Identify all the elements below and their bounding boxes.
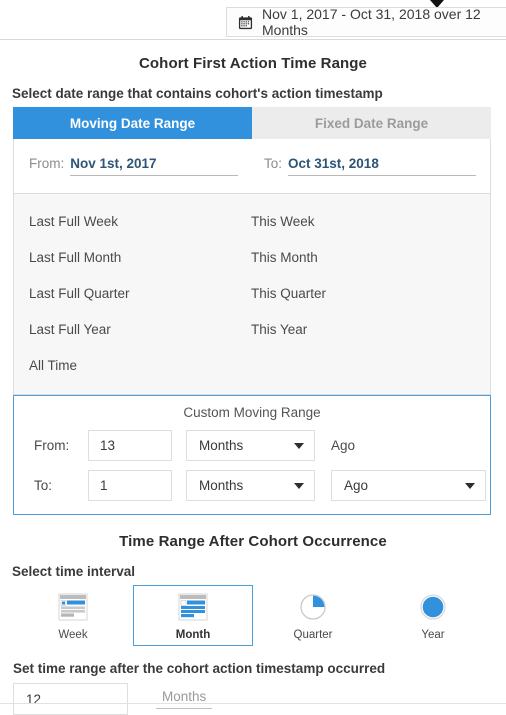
- custom-to-amount-input[interactable]: 1: [88, 470, 172, 501]
- interval-instruction-label: Select time interval: [12, 564, 136, 579]
- quarter-pie-icon: [300, 594, 326, 620]
- preset-all-time[interactable]: All Time: [14, 358, 251, 373]
- date-range-mode-tabs: Moving Date Range Fixed Date Range: [13, 107, 491, 139]
- after-range-label: Set time range after the cohort action t…: [13, 661, 386, 676]
- interval-label-quarter: Quarter: [293, 629, 333, 641]
- preset-row: Last Full Week This Week: [14, 203, 490, 239]
- month-table-icon: [178, 593, 208, 621]
- week-table-icon: [58, 593, 88, 621]
- tab-fixed-date-range[interactable]: Fixed Date Range: [252, 107, 491, 139]
- interval-option-week[interactable]: Week: [13, 585, 133, 646]
- preset-this-year[interactable]: This Year: [251, 322, 490, 337]
- from-to-panel: From: Nov 1st, 2017 To: Oct 31st, 2018: [13, 139, 491, 194]
- from-date-label: From:: [29, 156, 65, 171]
- custom-range-from-row: From: 13 Months Ago: [14, 430, 490, 461]
- interval-label-month: Month: [175, 629, 211, 641]
- custom-to-label: To:: [34, 478, 53, 493]
- preset-last-full-month[interactable]: Last Full Month: [14, 250, 251, 265]
- cohort-instruction-label: Select date range that contains cohort's…: [12, 86, 383, 101]
- interval-label-week: Week: [58, 629, 88, 641]
- preset-this-week[interactable]: This Week: [251, 214, 490, 229]
- preset-row: Last Full Month This Month: [14, 239, 490, 275]
- preset-last-full-quarter[interactable]: Last Full Quarter: [14, 286, 251, 301]
- preset-row: Last Full Quarter This Quarter: [14, 275, 490, 311]
- year-circle-icon: [420, 594, 446, 620]
- to-date-value[interactable]: Oct 31st, 2018: [288, 156, 476, 176]
- from-date-group: From: Nov 1st, 2017: [14, 156, 264, 176]
- custom-range-to-row: To: 1 Months Ago: [14, 470, 490, 501]
- custom-to-suffix-select[interactable]: Ago: [331, 470, 486, 501]
- preset-this-month[interactable]: This Month: [251, 250, 490, 265]
- from-date-value[interactable]: Nov 1st, 2017: [70, 156, 239, 176]
- custom-from-label: From:: [34, 438, 70, 453]
- interval-option-year[interactable]: Year: [373, 585, 493, 646]
- preset-last-full-week[interactable]: Last Full Week: [14, 214, 251, 229]
- to-date-group: To: Oct 31st, 2018: [264, 156, 490, 176]
- preset-row: Last Full Year This Year: [14, 311, 490, 347]
- top-bar: Nov 1, 2017 - Oct 31, 2018 over 12 Month…: [0, 0, 506, 40]
- after-range-unit-value[interactable]: Months: [156, 689, 213, 709]
- after-section-title: Time Range After Cohort Occurrence: [119, 533, 387, 550]
- custom-to-unit-value: Months: [199, 478, 244, 493]
- time-interval-picker: Week Month Quarter Year: [13, 585, 493, 646]
- date-preset-list: Last Full Week This Week Last Full Month…: [13, 194, 491, 395]
- custom-from-unit-value: Months: [199, 438, 244, 453]
- date-range-summary-field[interactable]: Nov 1, 2017 - Oct 31, 2018 over 12 Month…: [226, 6, 506, 38]
- date-range-summary-text: Nov 1, 2017 - Oct 31, 2018 over 12 Month…: [262, 6, 481, 38]
- after-range-amount-input[interactable]: 12: [13, 683, 128, 715]
- custom-from-suffix-label: Ago: [331, 438, 356, 453]
- chevron-down-icon: [294, 482, 304, 489]
- interval-label-year: Year: [421, 629, 445, 641]
- preset-last-full-year[interactable]: Last Full Year: [14, 322, 251, 337]
- chevron-down-icon: [294, 442, 304, 449]
- after-range-row: 12 Months: [13, 683, 506, 715]
- calendar-icon: [238, 15, 253, 29]
- custom-moving-range-title: Custom Moving Range: [183, 405, 321, 420]
- custom-to-unit-select[interactable]: Months: [186, 470, 315, 501]
- interval-option-month[interactable]: Month: [133, 585, 253, 646]
- chevron-down-icon: [465, 482, 475, 489]
- cohort-section-title: Cohort First Action Time Range: [138, 55, 367, 72]
- custom-moving-range-panel: Custom Moving Range From: 13 Months Ago …: [13, 395, 491, 515]
- interval-option-quarter[interactable]: Quarter: [253, 585, 373, 646]
- custom-from-amount-input[interactable]: 13: [88, 430, 172, 461]
- tab-moving-date-range[interactable]: Moving Date Range: [13, 107, 252, 139]
- preset-row: All Time: [14, 347, 490, 383]
- custom-to-suffix-value: Ago: [344, 478, 369, 493]
- preset-this-quarter[interactable]: This Quarter: [251, 286, 490, 301]
- to-date-label: To:: [264, 156, 283, 171]
- custom-from-unit-select[interactable]: Months: [186, 430, 315, 461]
